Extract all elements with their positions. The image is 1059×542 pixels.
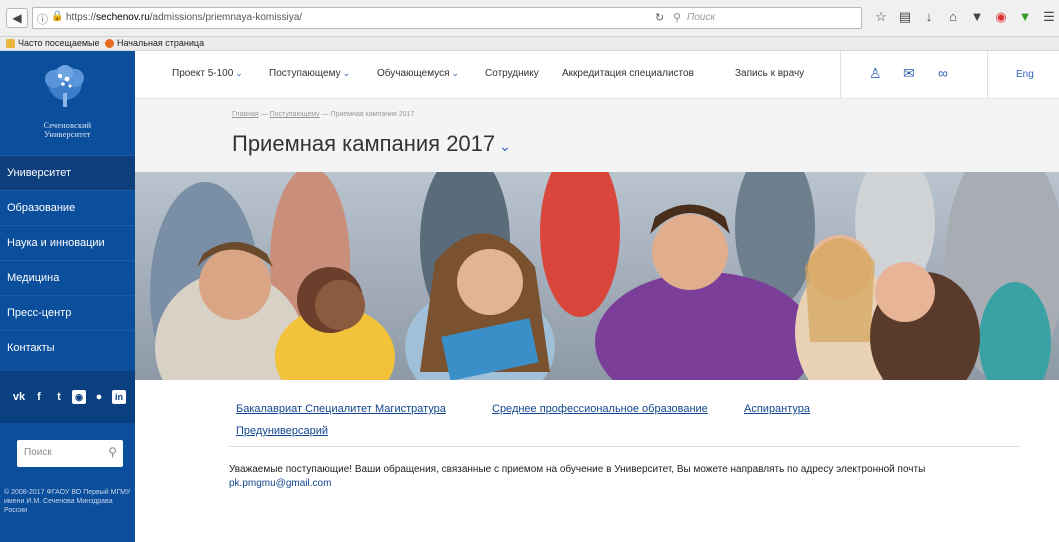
nav-staff[interactable]: Сотруднику — [485, 68, 539, 79]
students-photo — [135, 172, 1059, 380]
bookmark-home-page[interactable]: Начальная страница — [105, 38, 204, 48]
sidebar-item-press[interactable]: Пресс-центр — [0, 295, 135, 330]
page-title-text: Приемная кампания 2017 — [232, 131, 496, 156]
hero-image — [135, 172, 1059, 380]
nav-label: Обучающемуся — [377, 68, 450, 79]
link-secondary-vocational[interactable]: Среднее профессиональное образование — [492, 403, 708, 415]
bookmark-label: Начальная страница — [117, 38, 205, 48]
link-postgraduate[interactable]: Аспирантура — [744, 403, 810, 415]
instagram-icon[interactable]: ◉ — [72, 390, 86, 404]
copyright: © 2008-2017 ФГАОУ ВО Первый МГМУ имени И… — [4, 489, 131, 514]
url-text[interactable]: https://sechenov.ru/admissions/priemnaya… — [66, 12, 302, 23]
chevron-down-icon: ⌄ — [451, 68, 460, 78]
nav-project-5-100[interactable]: Проект 5-100 ⌄ — [172, 68, 243, 79]
chevron-down-icon: ⌄ — [235, 68, 243, 78]
extension-icon[interactable]: ▼ — [1017, 8, 1033, 26]
menu-icon[interactable]: ☰ — [1041, 8, 1057, 26]
bookmark-icon — [6, 38, 15, 48]
search-placeholder: Поиск — [24, 447, 52, 458]
notice-text: Уважаемые поступающие! Ваши обращения, с… — [229, 463, 1019, 491]
breadcrumb-home[interactable]: Главная — [232, 111, 259, 118]
twitter-icon[interactable]: t — [52, 390, 66, 404]
pocket-icon[interactable]: ▼ — [969, 8, 985, 26]
page-title[interactable]: Приемная кампания 2017 ⌄ — [232, 131, 511, 157]
link-bachelor-specialist-master[interactable]: Бакалавриат Специалитет Магистратура — [236, 403, 446, 415]
nav-accreditation[interactable]: Аккредитация специалистов — [562, 68, 694, 79]
university-logo[interactable]: Сеченовский Университет — [0, 51, 135, 155]
top-navigation: Проект 5-100 ⌄ Поступающему ⌄ Обучающемуся… — [135, 51, 1059, 99]
notice-body: Уважаемые поступающие! Ваши обращения, с… — [229, 464, 926, 475]
breadcrumb: Главная — Поступающему — Приемная кампан… — [232, 111, 414, 118]
language-switch[interactable]: Eng — [1016, 69, 1034, 80]
logo-line: Сеченовский — [43, 121, 92, 130]
tree-logo-icon — [45, 65, 84, 107]
reload-icon[interactable]: ↻ — [655, 11, 664, 24]
search-icon[interactable]: ⚲ — [108, 445, 117, 459]
breadcrumb-current: Приемная кампания 2017 — [330, 111, 415, 118]
sidebar-nav: Университет Образование Наука и инноваци… — [0, 155, 135, 365]
firefox-icon — [105, 38, 114, 48]
divider — [987, 51, 988, 99]
bookmarks-bar: Часто посещаемые Начальная страница — [0, 37, 1059, 51]
nav-label: Проект 5-100 — [172, 68, 234, 79]
divider — [840, 51, 841, 99]
logo-text: Сеченовский Университет — [0, 121, 135, 139]
search-icon: ⚲ — [673, 12, 682, 24]
star-icon[interactable]: ☆ — [873, 8, 889, 26]
sidebar: Сеченовский Университет Университет Обра… — [0, 51, 135, 542]
page-header: Главная — Поступающему — Приемная кампан… — [135, 99, 1059, 172]
flickr-icon[interactable]: ● — [92, 390, 106, 404]
breadcrumb-separator: — — [260, 111, 268, 118]
browser-toolbar: ◀ ⓘ 🔒 https://sechenov.ru/admissions/pri… — [0, 0, 1059, 37]
nav-students[interactable]: Обучающемуся ⌄ — [377, 68, 459, 79]
chevron-down-icon: ⌄ — [342, 68, 351, 78]
nav-doctor-appointment[interactable]: Запись к врачу — [735, 68, 804, 79]
lock-icon: 🔒 — [51, 11, 64, 22]
user-icon[interactable]: ♙ — [869, 65, 882, 82]
breadcrumb-applicants[interactable]: Поступающему — [270, 111, 320, 118]
nav-label: Поступающему — [269, 68, 341, 79]
info-icon[interactable]: ⓘ — [37, 11, 48, 27]
sidebar-search-input[interactable]: Поиск ⚲ — [17, 440, 123, 467]
reading-list-icon[interactable]: ▤ — [897, 8, 913, 26]
back-button[interactable]: ◀ — [6, 8, 28, 28]
browser-search-input[interactable]: Поиск — [687, 12, 715, 23]
download-icon[interactable]: ↓ — [921, 8, 937, 26]
logo-line: Университет — [44, 130, 91, 139]
link-pre-university[interactable]: Предуниверсарий — [236, 425, 328, 437]
adblock-icon[interactable]: ◉ — [993, 8, 1009, 26]
sidebar-item-contacts[interactable]: Контакты — [0, 330, 135, 365]
email-link[interactable]: pk.pmgmu@gmail.com — [229, 478, 331, 489]
social-links: vk f t ◉ ● in — [0, 371, 135, 423]
divider — [229, 446, 1020, 447]
mail-icon[interactable]: ✉ — [903, 65, 915, 82]
chevron-down-icon[interactable]: ⌄ — [499, 138, 511, 154]
sidebar-item-education[interactable]: Образование — [0, 190, 135, 225]
bookmark-most-visited[interactable]: Часто посещаемые — [6, 38, 100, 48]
glasses-icon[interactable]: ∞ — [938, 65, 948, 81]
facebook-icon[interactable]: f — [32, 390, 46, 404]
vk-icon[interactable]: vk — [12, 390, 26, 404]
address-bar[interactable]: ⓘ 🔒 https://sechenov.ru/admissions/priem… — [32, 7, 862, 29]
sidebar-item-medicine[interactable]: Медицина — [0, 260, 135, 295]
linkedin-icon[interactable]: in — [112, 390, 126, 404]
sidebar-item-university[interactable]: Университет — [0, 155, 135, 190]
nav-applicants[interactable]: Поступающему ⌄ — [269, 68, 350, 79]
sidebar-item-science[interactable]: Наука и инновации — [0, 225, 135, 260]
bookmark-label: Часто посещаемые — [18, 38, 100, 48]
breadcrumb-separator: — — [321, 111, 329, 118]
home-icon[interactable]: ⌂ — [945, 8, 961, 26]
